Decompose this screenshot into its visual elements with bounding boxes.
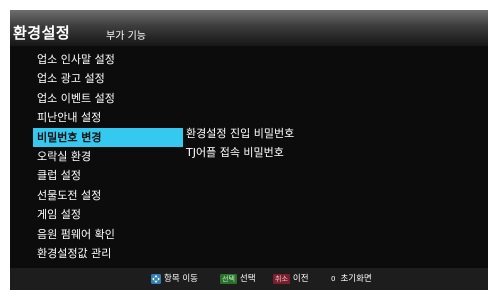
hint-cancel: 취소 이전	[273, 274, 309, 285]
hint-reset-label: 초기화면	[340, 274, 372, 284]
hint-cancel-label: 이전	[292, 274, 309, 284]
menu-item-greeting[interactable]: 업소 인사말 설정	[33, 50, 183, 69]
hint-select: 선택 선택	[220, 274, 256, 285]
select-key-badge: 선택	[220, 274, 237, 284]
menu-item-club[interactable]: 클럽 설정	[33, 166, 183, 185]
navpad-icon	[151, 274, 161, 284]
menu-item-event[interactable]: 업소 이벤트 설정	[33, 89, 183, 108]
menu-item-advertising[interactable]: 업소 광고 설정	[33, 69, 183, 88]
page-subtitle: 부가 기능	[106, 31, 146, 42]
menu-item-password-change[interactable]: 비밀번호 변경	[33, 127, 183, 147]
header-bar: 환경설정 부가 기능	[10, 10, 488, 46]
settings-menu: 업소 인사말 설정 업소 광고 설정 업소 이벤트 설정 피난안내 설정 비밀번…	[33, 50, 183, 263]
page-title: 환경설정	[13, 24, 71, 42]
hint-move-label: 항목 이동	[164, 274, 198, 284]
menu-item-game[interactable]: 게임 설정	[33, 205, 183, 224]
settings-screen: 환경설정 부가 기능 업소 인사말 설정 업소 광고 설정 업소 이벤트 설정 …	[10, 10, 488, 290]
menu-item-firmware[interactable]: 음원 펌웨어 확인	[33, 225, 183, 244]
key-hint-bar: 항목 이동 선택 선택 취소 이전 0 초기화면	[10, 268, 488, 290]
reset-key-badge: 0	[329, 274, 338, 284]
password-submenu: 환경설정 진입 비밀번호 TJ어플 접속 비밀번호	[186, 124, 294, 163]
menu-item-evacuation[interactable]: 피난안내 설정	[33, 108, 183, 127]
menu-item-settings-management[interactable]: 환경설정값 관리	[33, 244, 183, 263]
submenu-item-settings-password[interactable]: 환경설정 진입 비밀번호	[186, 124, 294, 143]
submenu-item-app-password[interactable]: TJ어플 접속 비밀번호	[186, 143, 294, 162]
menu-item-arcade[interactable]: 오락실 환경	[33, 147, 183, 166]
cancel-key-badge: 취소	[273, 274, 290, 284]
hint-reset: 0 초기화면	[329, 274, 372, 285]
hint-move: 항목 이동	[151, 274, 198, 285]
hint-select-label: 선택	[239, 274, 256, 284]
menu-item-gift-challenge[interactable]: 선물도전 설정	[33, 186, 183, 205]
